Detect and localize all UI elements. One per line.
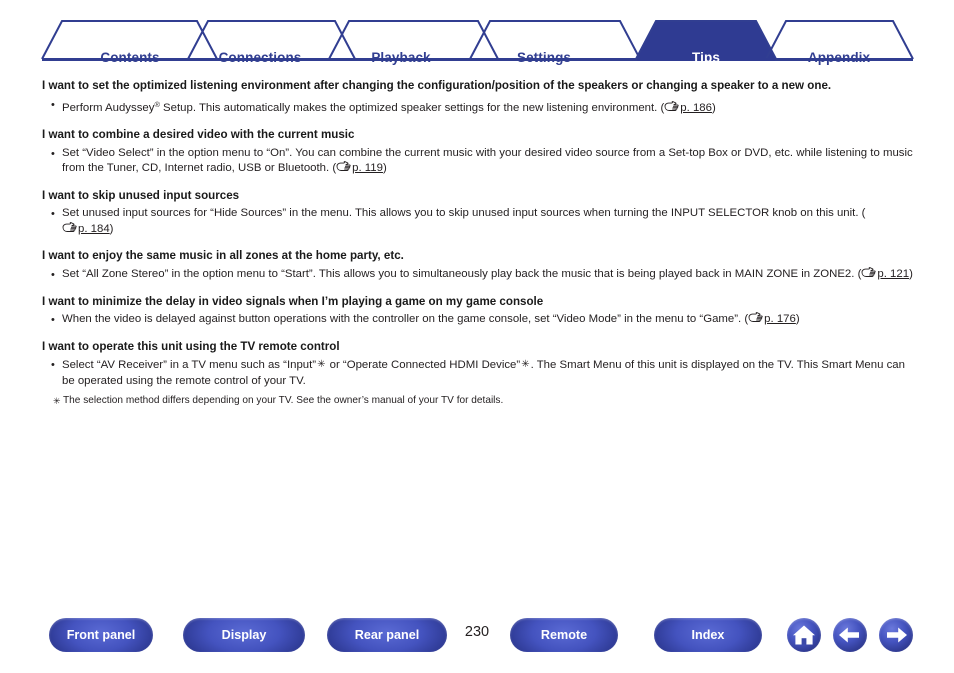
tab-tips[interactable]: Tips xyxy=(646,50,766,66)
rear-panel-button[interactable]: Rear panel xyxy=(327,618,447,652)
page-reference-close: ) xyxy=(382,162,387,175)
tip-section: I want to combine a desired video with t… xyxy=(42,127,916,178)
bullet-text-mid: or “Operate Connected HDMI Device” xyxy=(326,359,521,372)
page-reference-close: ) xyxy=(795,313,800,326)
bullet-dot-icon: • xyxy=(51,268,55,281)
home-icon xyxy=(787,618,821,652)
tab-settings[interactable]: Settings xyxy=(480,50,608,66)
tip-section: I want to enjoy the same music in all zo… xyxy=(42,248,916,283)
page-reference-number[interactable]: p. 176 xyxy=(764,313,796,325)
page-reference-close: ) xyxy=(109,222,114,235)
tab-contents[interactable]: Contents xyxy=(60,50,200,66)
page-reference-link[interactable]: p. 184) xyxy=(62,221,114,235)
bullet-dot-icon: • xyxy=(51,98,55,111)
bullet-dot-icon: • xyxy=(51,314,55,327)
tab-connections[interactable]: Connections xyxy=(190,50,330,66)
tip-bullet-text: When the video is delayed against button… xyxy=(62,312,916,329)
page-number: 230 xyxy=(464,624,490,640)
tip-heading: I want to combine a desired video with t… xyxy=(42,128,355,142)
bullet-text-pre: Perform Audyssey xyxy=(62,101,155,114)
tip-bullet: • Set “Video Select” in the option menu … xyxy=(42,146,916,178)
display-button[interactable]: Display xyxy=(183,618,305,652)
tab-bar: Contents Connections Playback Settings T… xyxy=(0,18,954,65)
front-panel-button[interactable]: Front panel xyxy=(49,618,153,652)
tip-heading: I want to skip unused input sources xyxy=(42,188,240,202)
page-reference-close: ) xyxy=(909,267,913,280)
page-reference-link[interactable]: p. 121) xyxy=(861,267,913,280)
tip-bullet-text: Select “AV Receiver” in a TV menu such a… xyxy=(62,357,916,389)
pointing-hand-icon xyxy=(861,267,877,284)
arrow-right-icon xyxy=(879,618,913,652)
page-reference-number[interactable]: p. 186 xyxy=(680,102,712,114)
footnote-text: The selection method differs depending o… xyxy=(63,395,504,407)
bullet-text-pre: Set unused input sources for “Hide Sourc… xyxy=(62,207,866,220)
asterisk-mark: ✳ xyxy=(521,359,530,371)
tip-heading: I want to enjoy the same music in all zo… xyxy=(42,249,404,263)
bullet-dot-icon: • xyxy=(51,359,55,372)
bullet-dot-icon: • xyxy=(51,147,55,160)
page-reference-link[interactable]: p. 176) xyxy=(748,312,800,326)
tip-bullet: • Set unused input sources for “Hide Sou… xyxy=(42,206,916,238)
page-reference-number[interactable]: p. 184 xyxy=(78,223,110,235)
page-reference-link[interactable]: p. 186) xyxy=(664,100,716,114)
tip-heading: I want to operate this unit using the TV… xyxy=(42,339,340,353)
page-content: I want to set the optimized listening en… xyxy=(42,78,916,418)
pointing-hand-icon xyxy=(748,312,763,329)
footer-navigation: Front panel Display Rear panel 230 Remot… xyxy=(0,618,954,658)
tip-bullet: • Select “AV Receiver” in a TV menu such… xyxy=(42,357,916,389)
bullet-text-post: Setup. This automatically makes the opti… xyxy=(159,101,665,114)
pointing-hand-icon xyxy=(664,100,679,118)
tip-bullet-text: Set “Video Select” in the option menu to… xyxy=(62,146,916,178)
tip-bullet-text: Perform Audyssey® Setup. This automatica… xyxy=(62,97,916,118)
asterisk-mark: ✳ xyxy=(317,359,326,371)
tip-section: I want to operate this unit using the TV… xyxy=(42,339,916,409)
pointing-hand-icon xyxy=(336,161,351,178)
bullet-text-pre: Set “Video Select” in the option menu to… xyxy=(62,146,913,175)
bullet-text-pre: Set “All Zone Stereo” in the option menu… xyxy=(62,267,862,280)
tab-playback[interactable]: Playback xyxy=(337,50,465,66)
tab-appendix[interactable]: Appendix xyxy=(775,50,903,66)
tip-heading: I want to minimize the delay in video si… xyxy=(42,294,544,308)
tip-bullet-text: Set unused input sources for “Hide Sourc… xyxy=(62,206,916,238)
bullet-text-pre: Select “AV Receiver” in a TV menu such a… xyxy=(62,359,317,372)
tip-section: I want to skip unused input sources • Se… xyxy=(42,188,916,239)
back-button[interactable] xyxy=(833,618,867,652)
tip-heading: I want to set the optimized listening en… xyxy=(42,79,832,92)
tip-section: I want to minimize the delay in video si… xyxy=(42,294,916,329)
home-button[interactable] xyxy=(787,618,821,652)
asterisk-mark: ✳ xyxy=(53,396,61,407)
tip-bullet: • When the video is delayed against butt… xyxy=(42,312,916,329)
forward-button[interactable] xyxy=(879,618,913,652)
bullet-dot-icon: • xyxy=(51,208,55,221)
arrow-left-icon xyxy=(833,618,867,652)
footnote: ✳ The selection method differs depending… xyxy=(42,394,916,408)
tip-bullet-text: Set “All Zone Stereo” in the option menu… xyxy=(62,267,916,284)
remote-button[interactable]: Remote xyxy=(510,618,618,652)
page-reference-number[interactable]: p. 121 xyxy=(877,268,909,280)
page-reference-number[interactable]: p. 119 xyxy=(352,162,383,174)
tip-bullet: • Set “All Zone Stereo” in the option me… xyxy=(42,267,916,284)
pointing-hand-icon xyxy=(62,221,77,239)
page-reference-link[interactable]: p. 119) xyxy=(336,161,387,175)
tip-section: I want to set the optimized listening en… xyxy=(42,78,916,117)
bullet-text-pre: When the video is delayed against button… xyxy=(62,313,749,326)
tip-bullet: • Perform Audyssey® Setup. This automati… xyxy=(42,97,916,118)
page-reference-close: ) xyxy=(711,101,716,114)
index-button[interactable]: Index xyxy=(654,618,762,652)
